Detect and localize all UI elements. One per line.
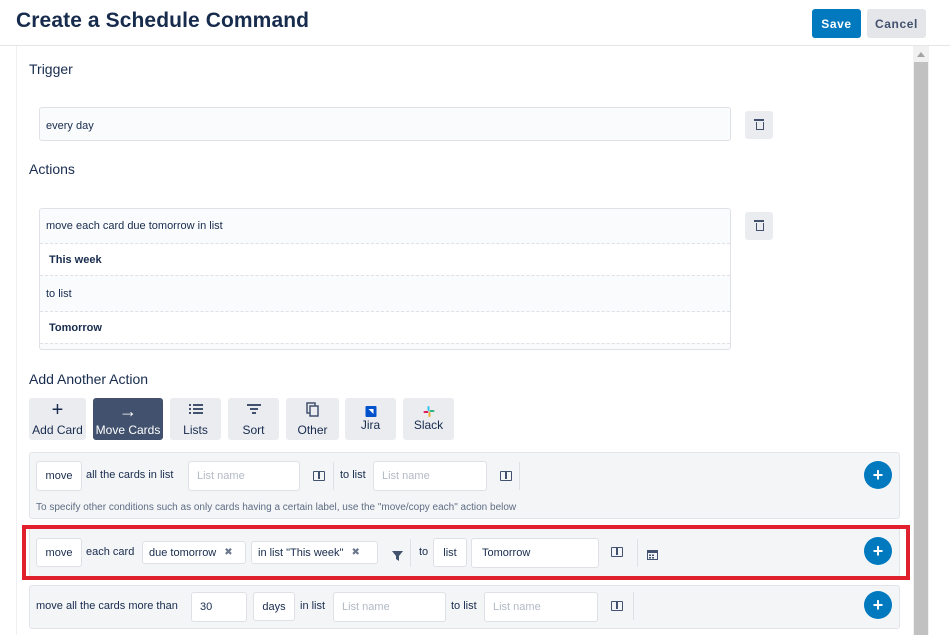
divider <box>633 592 634 620</box>
divider <box>40 343 730 344</box>
type-label: Lists <box>183 423 208 437</box>
copy-icon <box>305 402 320 422</box>
plus-icon: + <box>51 399 64 421</box>
action-value: This week <box>40 244 730 275</box>
cancel-button[interactable]: Cancel <box>867 9 926 38</box>
action-text: to list <box>46 287 72 300</box>
days-count-input[interactable]: 30 <box>191 592 247 622</box>
clause-text: all the cards in list <box>86 469 174 481</box>
type-label: Add Card <box>32 423 83 437</box>
trigger-value[interactable]: every day <box>39 107 731 141</box>
board-icon[interactable] <box>500 471 512 481</box>
header: Create a Schedule Command Save Cancel <box>0 0 950 46</box>
add-action-heading: Add Another Action <box>29 371 149 387</box>
divider <box>519 462 520 490</box>
clause-text: to list <box>451 600 477 612</box>
add-card-type-button[interactable]: + Add Card <box>29 398 86 440</box>
type-label: Sort <box>242 423 265 437</box>
trash-icon <box>754 118 764 130</box>
clause-text: move all the cards more than <box>36 600 178 612</box>
source-list-input[interactable]: List name <box>188 461 300 491</box>
save-button[interactable]: Save <box>812 9 861 38</box>
actions-heading: Actions <box>29 161 75 177</box>
arrow-right-icon: → <box>119 401 137 421</box>
scrollbar-thumb[interactable] <box>914 62 928 635</box>
action-value: Tomorrow <box>40 312 730 343</box>
slack-icon <box>423 405 434 421</box>
add-action-button[interactable]: + <box>864 591 892 619</box>
divider <box>333 462 334 490</box>
board-icon[interactable] <box>313 471 325 481</box>
lists-type-button[interactable]: Lists <box>170 398 221 440</box>
action-text: move each card due tomorrow in list <box>46 220 223 232</box>
sort-type-button[interactable]: Sort <box>228 398 279 440</box>
clause-text: in list <box>300 600 326 612</box>
sort-icon <box>246 402 262 420</box>
highlight-box <box>22 525 910 580</box>
target-list-input[interactable]: List name <box>373 461 487 491</box>
list-icon <box>188 402 204 420</box>
other-type-button[interactable]: Other <box>286 398 339 440</box>
verb-select[interactable]: move <box>36 461 82 491</box>
trash-icon <box>754 219 764 231</box>
board-icon[interactable] <box>611 601 623 611</box>
delete-trigger-button[interactable] <box>745 111 773 139</box>
target-list-input[interactable]: List name <box>484 592 598 622</box>
page-title: Create a Schedule Command <box>16 9 310 32</box>
type-label: Move Cards <box>95 423 161 437</box>
delete-action-button[interactable] <box>745 212 773 240</box>
trigger-heading: Trigger <box>29 61 73 77</box>
jira-icon <box>365 405 376 421</box>
move-cards-type-button[interactable]: → Move Cards <box>93 398 163 440</box>
clause-text: to list <box>340 469 366 481</box>
content-divider <box>16 46 17 635</box>
time-unit-select[interactable]: days <box>253 592 295 621</box>
type-label: Other <box>297 423 328 437</box>
source-list-input[interactable]: List name <box>333 592 446 622</box>
action-list[interactable]: move each card due tomorrow in list This… <box>39 208 731 350</box>
hint-text: To specify other conditions such as only… <box>36 502 517 513</box>
scroll-up-arrow-icon[interactable] <box>913 47 929 61</box>
add-action-button[interactable]: + <box>864 461 892 489</box>
jira-type-button[interactable]: Jira <box>345 398 396 440</box>
slack-type-button[interactable]: Slack <box>403 398 454 440</box>
